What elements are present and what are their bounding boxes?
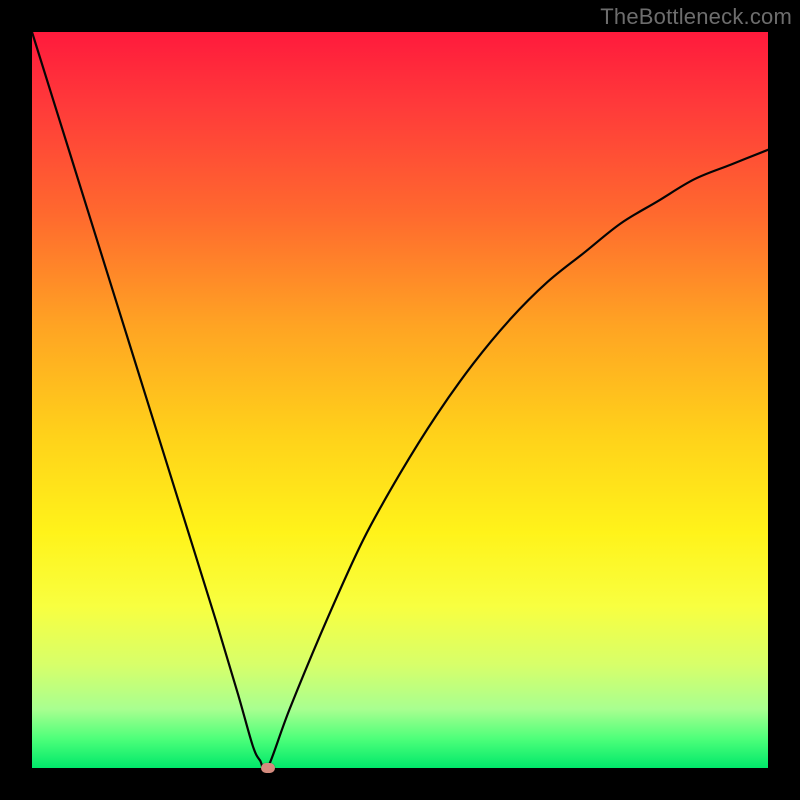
- chart-frame: TheBottleneck.com: [0, 0, 800, 800]
- plot-area: [32, 32, 768, 768]
- bottleneck-curve: [32, 32, 768, 768]
- watermark-text: TheBottleneck.com: [600, 4, 792, 30]
- optimal-marker: [261, 763, 275, 773]
